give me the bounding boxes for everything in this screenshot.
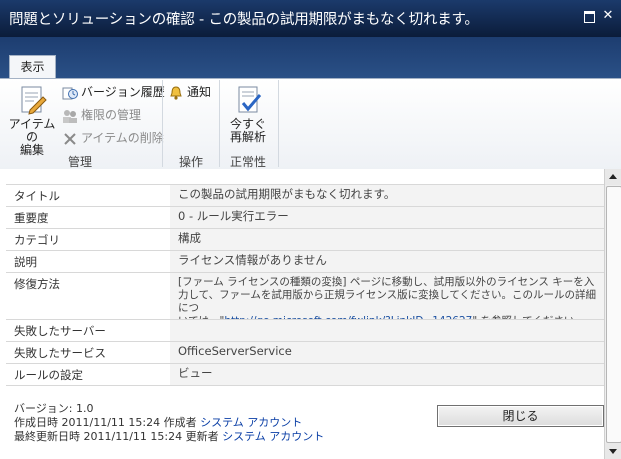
property-value: OfficeServerService [178, 344, 292, 358]
ribbon-separator [278, 80, 279, 167]
properties-panel: タイトル この製品の試用期限がまもなく切れます。 重要度 0 - ルール実行エラ… [0, 169, 604, 459]
version-info: バージョン: 1.0 [14, 402, 94, 415]
scroll-down-button[interactable] [605, 443, 621, 459]
actions-group-label: 操作 [178, 155, 203, 169]
property-value: 構成 [178, 231, 201, 245]
alert-me-button[interactable]: 通知 [168, 83, 211, 101]
property-row-failing-servers: 失敗したサーバー [6, 319, 604, 341]
delete-item-button[interactable]: アイテムの削除 [62, 129, 164, 147]
created-info: 作成日時 2011/11/11 15:24 作成者 システム アカウント [14, 416, 324, 430]
maximize-button[interactable] [582, 9, 596, 23]
property-label: 失敗したサーバー [14, 324, 106, 338]
property-row-rule-settings: ルールの設定 ビュー [6, 363, 604, 386]
created-by-link[interactable]: システム アカウント [200, 416, 302, 429]
property-label: 説明 [14, 255, 37, 269]
manage-permissions-button[interactable]: 権限の管理 [62, 106, 141, 124]
reanalyze-label-line2: 再解析 [229, 130, 266, 144]
maximize-icon [584, 11, 595, 23]
window-title-bar: 問題とソリューションの確認 - この製品の試用期限がまもなく切れます。 ✕ [0, 0, 621, 37]
reanalyze-now-button[interactable]: 今すぐ 再解析 [222, 84, 274, 148]
rule-settings-view-link[interactable]: ビュー [178, 367, 602, 380]
property-label: 重要度 [14, 211, 49, 225]
health-group-label: 正常性 [229, 155, 266, 169]
property-label: 修復方法 [14, 277, 60, 291]
bell-icon [170, 85, 182, 100]
remedy-line-1: [ファーム ライセンスの種類の変換] ページに移動し、試用版以外のライセンス キ… [178, 276, 595, 288]
remedy-line-2: 力して、ファームを試用版から正規ライセンス版に変換してください。このルールの詳細… [178, 289, 597, 314]
ribbon-tab-strip [0, 37, 621, 78]
vertical-scrollbar[interactable] [604, 169, 621, 459]
property-value: 0 - ルール実行エラー [178, 209, 289, 223]
modified-prefix: 最終更新日時 2011/11/11 15:24 更新者 [14, 430, 219, 443]
version-history-icon [62, 87, 78, 99]
delete-item-label: アイテムの削除 [81, 131, 164, 145]
arrow-down-icon [609, 449, 617, 454]
created-prefix: 作成日時 2011/11/11 15:24 作成者 [14, 416, 197, 429]
edit-document-icon [21, 86, 47, 115]
property-label: カテゴリ [14, 233, 60, 247]
manage-group-label: 管理 [67, 155, 92, 169]
edit-item-button[interactable]: アイテムの 編集 [4, 84, 60, 157]
item-footer: バージョン: 1.0 作成日時 2011/11/11 15:24 作成者 システ… [14, 402, 324, 444]
modified-by-link[interactable]: システム アカウント [222, 430, 324, 443]
properties-table: タイトル この製品の試用期限がまもなく切れます。 重要度 0 - ルール実行エラ… [6, 184, 604, 386]
property-row-failing-services: 失敗したサービス OfficeServerService [6, 341, 604, 363]
alert-me-label: 通知 [187, 85, 212, 99]
reanalyze-check-icon [238, 86, 262, 113]
delete-x-icon [64, 132, 76, 145]
tab-view[interactable]: 表示 [9, 55, 56, 79]
scroll-up-button[interactable] [605, 169, 621, 185]
manage-permissions-label: 権限の管理 [81, 108, 142, 122]
close-window-button[interactable]: ✕ [601, 9, 615, 23]
close-button[interactable]: 閉じる [437, 405, 604, 427]
scroll-thumb[interactable] [606, 186, 621, 443]
property-label: 失敗したサービス [14, 346, 106, 360]
property-value: ライセンス情報がありません [178, 253, 327, 267]
property-row-category: カテゴリ 構成 [6, 228, 604, 250]
manage-permissions-icon [63, 109, 77, 123]
version-history-label: バージョン履歴 [81, 85, 165, 99]
modified-info: 最終更新日時 2011/11/11 15:24 更新者 システム アカウント [14, 430, 324, 444]
property-row-explanation: 説明 ライセンス情報がありません [6, 250, 604, 272]
ribbon-separator [219, 80, 220, 167]
ribbon-separator [162, 80, 163, 167]
version-history-button[interactable]: バージョン履歴 [62, 83, 165, 101]
property-row-severity: 重要度 0 - ルール実行エラー [6, 206, 604, 228]
property-row-remedy: 修復方法 [ファーム ライセンスの種類の変換] ページに移動し、試用版以外のライ… [6, 272, 604, 327]
close-icon: ✕ [602, 8, 614, 23]
property-value: この製品の試用期限がまもなく切れます。 [178, 187, 396, 201]
property-label: タイトル [14, 189, 60, 203]
property-row-title: タイトル この製品の試用期限がまもなく切れます。 [6, 184, 604, 206]
arrow-up-icon [609, 174, 617, 179]
window-title: 問題とソリューションの確認 - この製品の試用期限がまもなく切れます。 [9, 12, 479, 28]
property-label: ルールの設定 [14, 368, 83, 382]
edit-item-label-line1: アイテムの [8, 117, 56, 144]
